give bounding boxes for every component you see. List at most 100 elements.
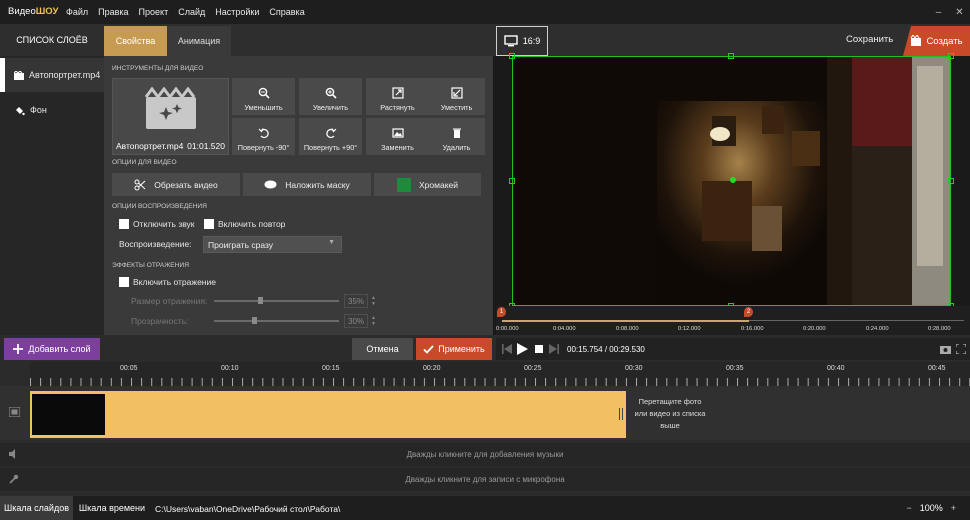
microphone-icon	[9, 474, 19, 484]
music-track[interactable]: Дважды кликните для добавления музыки	[0, 443, 970, 466]
tab-animation[interactable]: Анимация	[167, 26, 231, 56]
mic-hint: Дважды кликните для записи с микрофона	[405, 475, 565, 484]
zoom-out-button[interactable]: Уменьшить	[232, 78, 295, 115]
timeline-label: 00:30	[625, 365, 643, 372]
timeline-ruler[interactable]: 00:05 00:10 00:15 00:20 00:25 00:30 00:3…	[30, 362, 970, 386]
playback-select[interactable]: Проиграть сразу ▼	[203, 236, 342, 253]
tab-properties[interactable]: Свойства	[104, 26, 167, 56]
opacity-value[interactable]: 30%	[344, 314, 368, 328]
ruler-label: 0:20.000	[803, 326, 826, 332]
create-button[interactable]: Создать	[903, 26, 970, 56]
cancel-button[interactable]: Отмена	[352, 338, 413, 360]
video-track-icon	[9, 407, 20, 417]
selection-frame[interactable]	[512, 56, 951, 306]
marker-start[interactable]: 1	[497, 307, 506, 317]
minimize-button[interactable]: –	[928, 0, 949, 24]
tab-time-scale[interactable]: Шкала времени	[77, 496, 147, 520]
zoom-in-icon[interactable]: +	[951, 503, 956, 513]
resize-handle-tl[interactable]	[509, 53, 515, 59]
fullscreen-icon[interactable]	[956, 344, 966, 354]
timeline-label: 00:15	[322, 365, 340, 372]
preview-time-ruler[interactable]: 1 2 0:00.000 0:04.000 0:08.000 0:12.000 …	[496, 306, 970, 335]
menu-edit[interactable]: Правка	[98, 7, 128, 17]
menu-settings[interactable]: Настройки	[215, 7, 259, 17]
add-layer-button[interactable]: Добавить слой	[4, 338, 100, 360]
next-icon[interactable]	[549, 344, 559, 354]
rotate-right-icon	[325, 128, 336, 139]
fit-icon	[450, 87, 463, 99]
resize-handle-tc[interactable]	[728, 53, 734, 59]
layers-list-header[interactable]: СПИСОК СЛОЁВ	[0, 24, 104, 56]
ruler-label: 0:08.000	[616, 326, 639, 332]
trim-video-button[interactable]: Обрезать видео	[112, 173, 240, 196]
mute-checkbox[interactable]	[119, 219, 129, 229]
chroma-swatch	[397, 177, 411, 192]
layer-label: Фон	[30, 105, 47, 115]
menu-project[interactable]: Проект	[139, 7, 169, 17]
add-layer-label: Добавить слой	[28, 344, 91, 354]
fit-button[interactable]: Уместить	[428, 78, 485, 115]
playback-time: 00:15.754 / 00:29.530	[567, 345, 645, 354]
apply-mask-button[interactable]: Наложить маску	[243, 173, 371, 196]
timeline-label: 00:40	[827, 365, 845, 372]
aspect-ratio-button[interactable]: 16:9	[496, 26, 548, 56]
reflection-size-value[interactable]: 35%	[344, 294, 368, 308]
opacity-handle[interactable]	[251, 317, 257, 324]
reflection-checkbox[interactable]	[119, 277, 129, 287]
play-icon[interactable]	[517, 343, 528, 355]
rotate-right-button[interactable]: Повернуть +90°	[299, 118, 362, 155]
reflection-size-handle[interactable]	[257, 297, 263, 304]
film-icon	[14, 70, 24, 80]
loop-option[interactable]: Включить повтор	[204, 219, 285, 229]
create-label: Создать	[926, 35, 963, 47]
clip-trim-handle[interactable]	[619, 408, 623, 420]
size-spinner[interactable]: ▲ ▼	[371, 295, 376, 307]
ruler-label: 0:00.000	[496, 326, 519, 332]
zoom-in-button[interactable]: Увеличить	[299, 78, 362, 115]
opacity-spinner[interactable]: ▲ ▼	[371, 315, 376, 327]
snapshot-icon[interactable]	[940, 344, 951, 354]
chroma-key-button[interactable]: Хромакей	[374, 173, 481, 196]
timeline-label: 00:35	[726, 365, 744, 372]
mic-track[interactable]: Дважды кликните для записи с микрофона	[0, 468, 970, 491]
menu-slide[interactable]: Слайд	[178, 7, 205, 17]
zoom-out-label: Уменьшить	[244, 103, 283, 112]
resize-handle-mr[interactable]	[948, 178, 954, 184]
delete-button[interactable]: Удалить	[428, 118, 485, 155]
apply-button[interactable]: Применить	[416, 338, 492, 360]
reflection-size-slider[interactable]	[214, 300, 339, 302]
section-video-options: ОПЦИИ ДЛЯ ВИДЕО	[112, 159, 177, 166]
rotate-left-button[interactable]: Повернуть -90°	[232, 118, 295, 155]
save-button[interactable]: Сохранить	[846, 34, 893, 45]
scissors-icon	[134, 179, 146, 190]
loop-label: Включить повтор	[218, 219, 286, 229]
video-clip-icon	[144, 87, 196, 129]
opacity-slider[interactable]	[214, 320, 339, 322]
loop-checkbox[interactable]	[204, 219, 214, 229]
remaining-range	[749, 320, 964, 321]
video-clip[interactable]	[30, 391, 626, 438]
previous-icon[interactable]	[502, 344, 512, 354]
zoom-out-icon[interactable]: −	[906, 503, 911, 513]
menu-file[interactable]: Файл	[66, 7, 88, 17]
clip-duration: 01:01.520	[187, 141, 225, 151]
layer-item-video[interactable]: Автопортрет.mp4	[0, 58, 104, 92]
chevron-down-icon: ▼	[328, 239, 335, 246]
layer-item-background[interactable]: Фон	[0, 93, 104, 127]
close-button[interactable]: ✕	[949, 0, 970, 24]
replace-label: Заменить	[381, 143, 414, 152]
resize-handle-ml[interactable]	[509, 178, 515, 184]
film-create-icon	[911, 35, 922, 46]
reflection-option[interactable]: Включить отражение	[119, 277, 216, 287]
menu-help[interactable]: Справка	[269, 7, 304, 17]
mute-option[interactable]: Отключить звук	[119, 219, 195, 229]
clip-name: Автопортрет.mp4	[116, 141, 184, 151]
zoom-out-icon	[258, 87, 270, 99]
replace-button[interactable]: Заменить	[366, 118, 429, 155]
stretch-icon	[391, 87, 404, 99]
stop-icon[interactable]	[535, 345, 543, 353]
resize-handle-tr[interactable]	[948, 53, 954, 59]
tab-slide-scale[interactable]: Шкала слайдов	[0, 496, 73, 520]
marker-playhead[interactable]: 2	[744, 307, 753, 317]
stretch-button[interactable]: Растянуть	[366, 78, 429, 115]
